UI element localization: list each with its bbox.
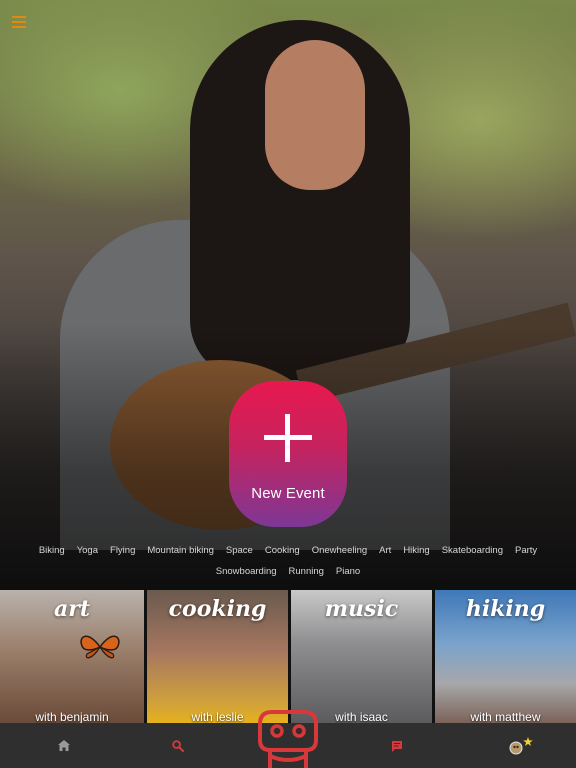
card-title: hiking: [465, 596, 546, 622]
card-music[interactable]: music with isaac: [288, 590, 432, 724]
robot-logo-icon[interactable]: [256, 710, 320, 768]
new-event-label: New Event: [251, 485, 325, 502]
star-icon: [523, 736, 533, 746]
tag-party[interactable]: Party: [509, 540, 543, 561]
tag-art[interactable]: Art: [373, 540, 397, 561]
tag-running[interactable]: Running: [283, 561, 330, 582]
card-cooking[interactable]: cooking with leslie: [144, 590, 288, 724]
tag-skateboarding[interactable]: Skateboarding: [436, 540, 509, 561]
card-title: cooking: [168, 596, 267, 622]
menu-line: [12, 26, 26, 28]
home-icon-glyph: [58, 740, 70, 751]
tag-cooking[interactable]: Cooking: [259, 540, 306, 561]
tag-space[interactable]: Space: [220, 540, 259, 561]
new-event-button[interactable]: New Event: [229, 381, 347, 527]
tag-piano[interactable]: Piano: [330, 561, 366, 582]
tag-mountain-biking[interactable]: Mountain biking: [141, 540, 220, 561]
home-icon[interactable]: [50, 723, 78, 768]
activity-tags: Biking Yoga Flying Mountain biking Space…: [0, 540, 576, 588]
tag-biking[interactable]: Biking: [33, 540, 71, 561]
tag-onewheeling[interactable]: Onewheeling: [306, 540, 373, 561]
tag-yoga[interactable]: Yoga: [71, 540, 104, 561]
tag-hiking[interactable]: Hiking: [397, 540, 435, 561]
search-icon[interactable]: [164, 723, 192, 768]
card-title: art: [53, 596, 90, 622]
hamburger-menu-icon[interactable]: [10, 14, 28, 30]
card-art[interactable]: art with benjamin: [0, 590, 144, 724]
card-hiking[interactable]: hiking with matthew: [432, 590, 576, 724]
card-subtitle: with benjamin: [35, 710, 109, 724]
tag-snowboarding[interactable]: Snowboarding: [210, 561, 283, 582]
butterfly-icon: [80, 635, 120, 659]
avatar-icon: [509, 736, 533, 754]
tag-flying[interactable]: Flying: [104, 540, 141, 561]
featured-cards: art with benjamin cooking with leslie mu…: [0, 590, 576, 724]
menu-line: [12, 16, 26, 18]
card-subtitle: with matthew: [470, 710, 541, 724]
chat-icon-glyph: [392, 740, 402, 752]
search-icon-glyph: [172, 739, 184, 752]
chat-icon[interactable]: [383, 723, 411, 768]
menu-line: [12, 21, 26, 23]
profile-avatar[interactable]: [500, 723, 540, 768]
card-title: music: [324, 596, 399, 622]
plus-icon: [264, 414, 312, 462]
